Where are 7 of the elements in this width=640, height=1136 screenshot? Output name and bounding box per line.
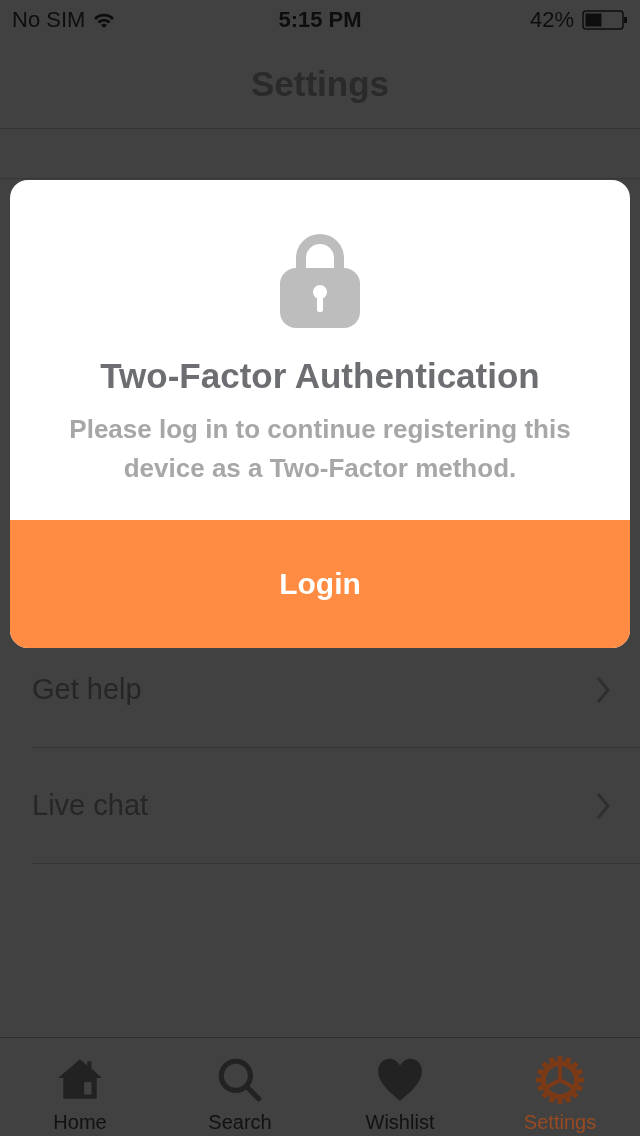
gear-icon bbox=[535, 1055, 585, 1105]
dialog-message: Please log in to continue registering this device as a Two-Factor method. bbox=[68, 413, 572, 485]
dialog-title: Two-Factor Authentication bbox=[100, 356, 540, 396]
tab-item[interactable]: Settings bbox=[480, 1038, 640, 1136]
wifi-icon bbox=[93, 12, 116, 28]
battery-icon bbox=[582, 10, 628, 30]
login-button[interactable]: Login bbox=[10, 520, 630, 648]
